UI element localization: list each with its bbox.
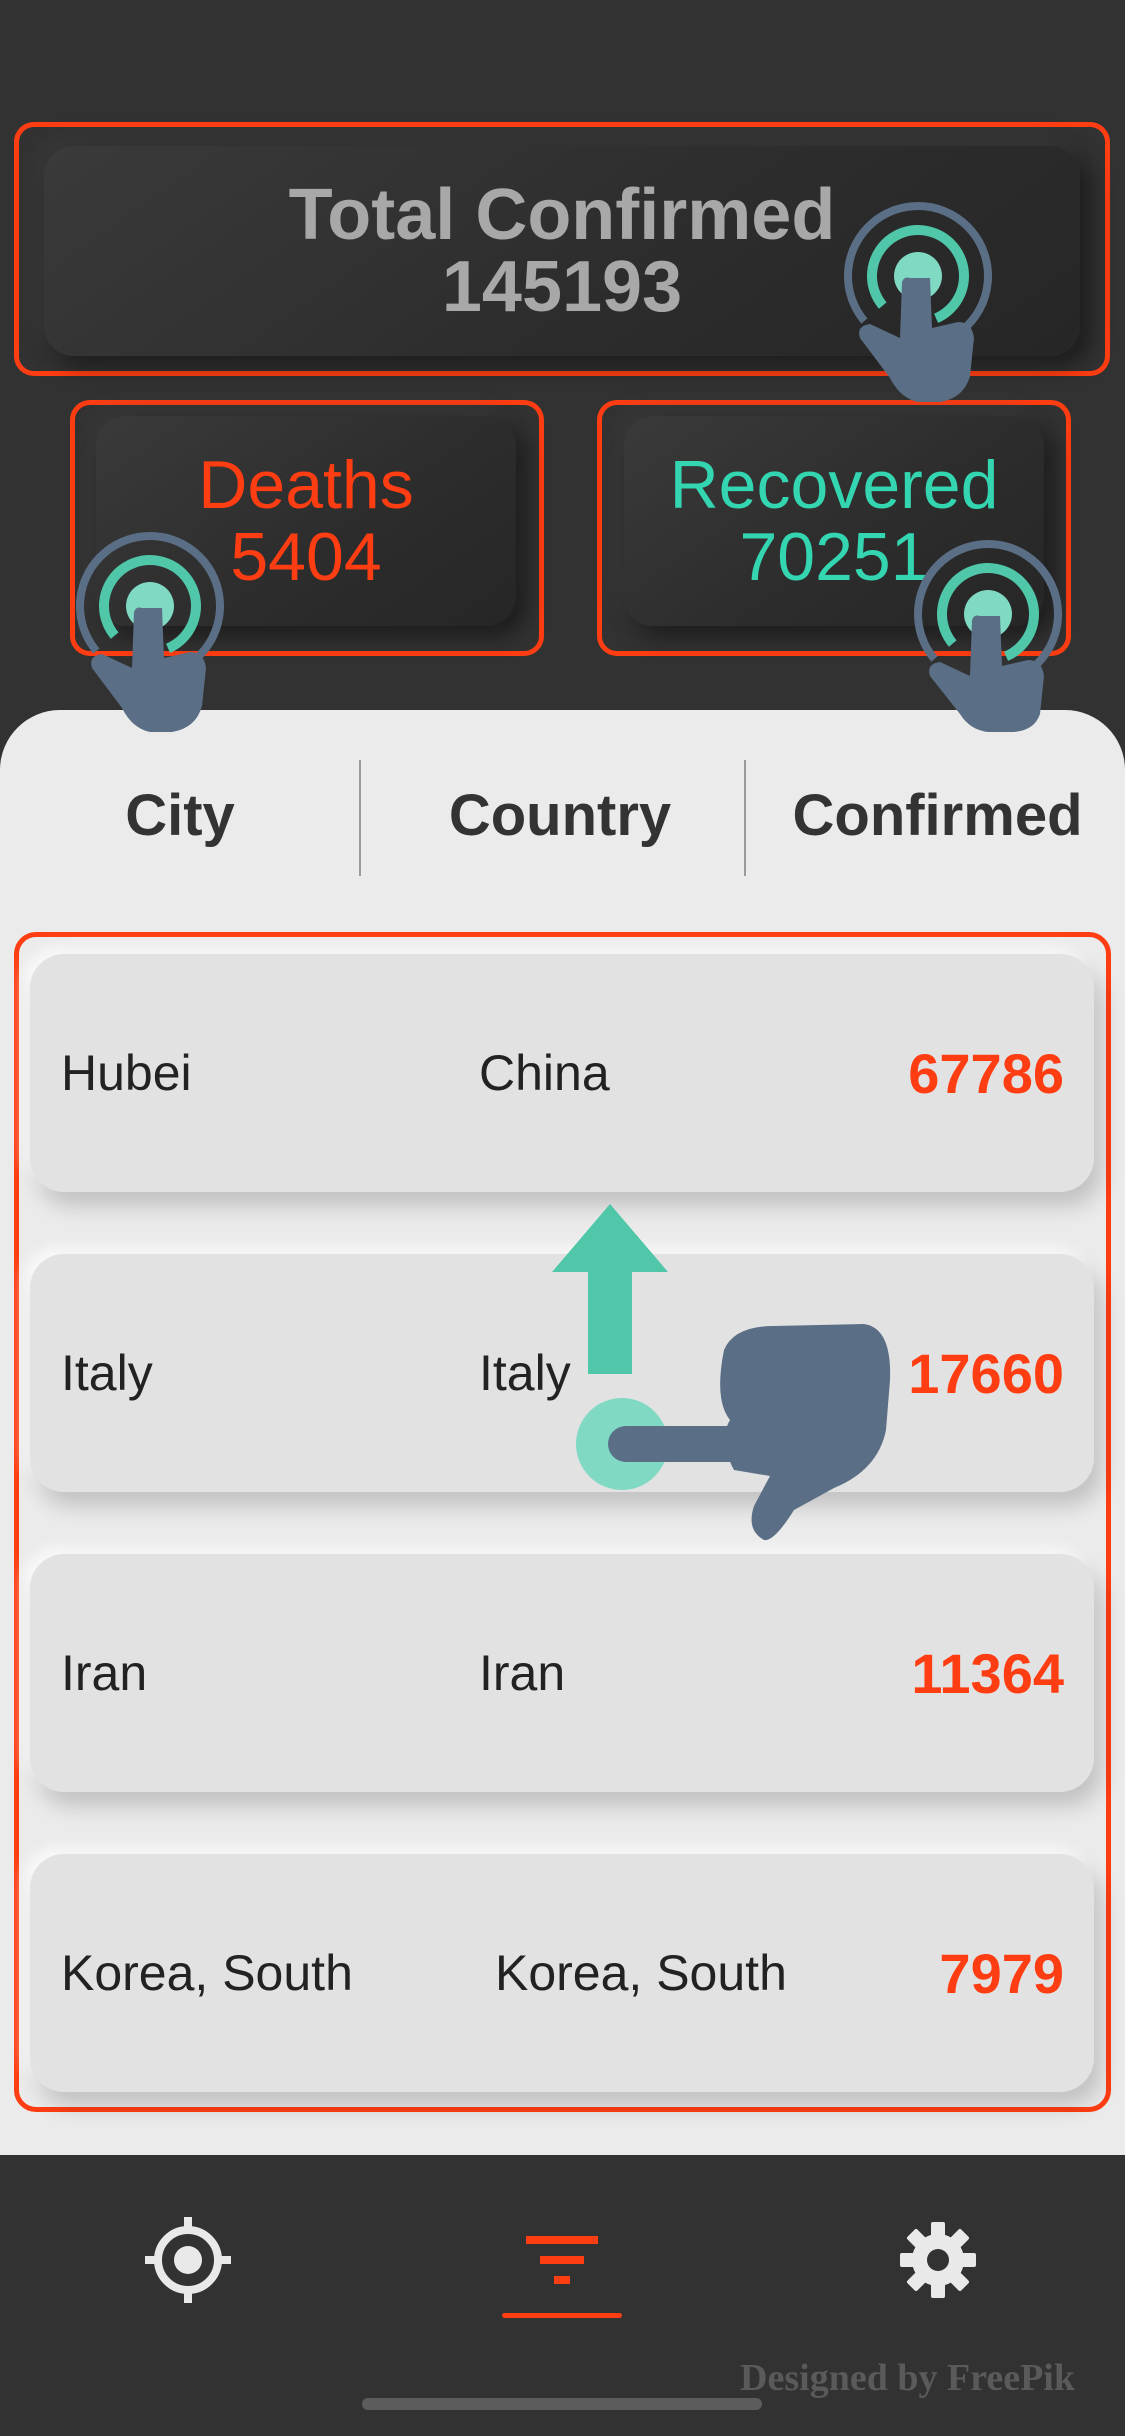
recovered-value: 70251	[739, 519, 929, 595]
city-cell: Iran	[61, 1645, 148, 1701]
table-row[interactable]: Korea, South Korea, South 7979	[30, 1854, 1094, 2092]
city-cell: Italy	[61, 1345, 153, 1401]
home-indicator[interactable]	[362, 2398, 762, 2410]
tap-gesture-icon	[76, 532, 224, 732]
tap-gesture-icon	[844, 202, 992, 402]
table-row[interactable]: Iran Iran 11364	[30, 1554, 1094, 1792]
country-cell: Iran	[479, 1645, 566, 1701]
column-divider	[744, 760, 746, 876]
active-tab-indicator	[502, 2313, 622, 2318]
location-target-icon	[145, 2217, 231, 2303]
nav-filter-button[interactable]	[492, 2200, 632, 2320]
designer-credit: Designed by FreePik	[740, 2357, 1075, 2399]
country-cell: China	[479, 1045, 610, 1101]
column-header-country[interactable]: Country	[380, 760, 740, 870]
tap-gesture-icon	[914, 540, 1062, 732]
city-cell: Korea, South	[61, 1945, 353, 2001]
total-confirmed-label: Total Confirmed	[288, 175, 836, 255]
swipe-gesture-icon	[576, 1324, 891, 1541]
table-header: City Country Confirmed	[0, 760, 1125, 876]
table-row[interactable]: Hubei China 67786	[30, 954, 1094, 1192]
nav-settings-button[interactable]	[868, 2200, 1008, 2320]
gear-icon	[900, 2222, 976, 2298]
filter-icon	[526, 2236, 598, 2284]
city-cell: Hubei	[61, 1045, 192, 1101]
deaths-value: 5404	[230, 519, 382, 595]
total-confirmed-value: 145193	[441, 247, 683, 327]
deaths-label: Deaths	[198, 447, 414, 523]
column-header-confirmed[interactable]: Confirmed	[770, 760, 1105, 870]
confirmed-cell: 11364	[911, 1641, 1064, 1705]
nav-location-button[interactable]	[118, 2200, 258, 2320]
confirmed-cell: 7979	[939, 1941, 1064, 2005]
column-divider	[359, 760, 361, 876]
column-header-city[interactable]: City	[20, 760, 340, 870]
confirmed-cell: 17660	[908, 1341, 1064, 1405]
country-cell: Korea, South	[495, 1945, 787, 2001]
recovered-label: Recovered	[669, 447, 999, 523]
confirmed-cell: 67786	[908, 1041, 1064, 1105]
